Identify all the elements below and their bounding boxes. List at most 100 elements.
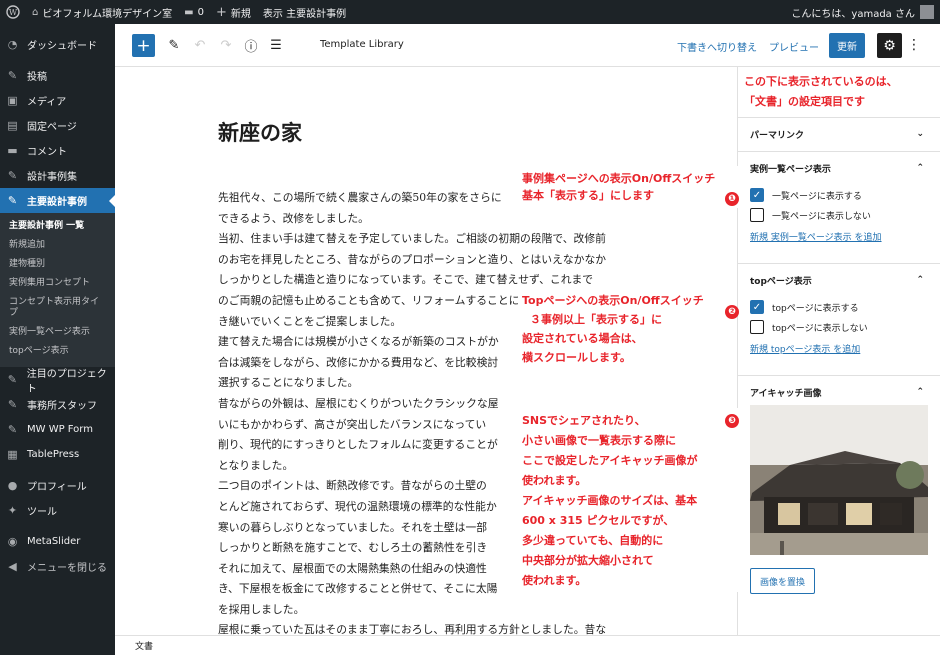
featured-image-thumbnail[interactable] — [750, 405, 928, 555]
info-icon[interactable]: ⓘ — [242, 36, 260, 55]
submenu-item-add-new[interactable]: 新規追加 — [0, 236, 115, 255]
sidebar-item-media[interactable]: ▣ メディア — [0, 88, 115, 113]
panel-title: アイキャッチ画像 — [750, 389, 822, 399]
panel-title: topページ表示 — [750, 277, 812, 287]
checkbox-label: 一覧ページに表示しない — [772, 211, 871, 222]
settings-gear-button[interactable]: ⚙ — [877, 33, 902, 58]
checkbox-checked[interactable]: ✓ — [750, 300, 764, 314]
chevron-up-icon: ⌃ — [916, 163, 924, 173]
list-display-panel: 実例一覧ページ表示 ⌃ ✓ 一覧ページに表示する 一覧ページに表示しない 新規 実例… — [738, 152, 940, 264]
undo-icon[interactable]: ↶ — [191, 36, 209, 54]
sidebar-item-case-studies[interactable]: ✎ 設計事例集 — [0, 163, 115, 188]
sidebar-item-label: 事務所スタッフ — [27, 401, 97, 412]
list-hide-option[interactable]: 一覧ページに表示しない — [738, 205, 940, 225]
wordpress-logo-icon[interactable]: W — [0, 0, 26, 24]
submenu-item-list[interactable]: 主要設計事例 一覧 — [0, 217, 115, 236]
submenu-item-concept-type[interactable]: コンセプト表示用タイプ — [0, 293, 115, 323]
sidebar-item-mw-wp-form[interactable]: ✎ MW WP Form — [0, 417, 115, 442]
media-icon: ▣ — [7, 94, 18, 107]
site-name: ビオフォルム環境デザイン室 — [42, 8, 173, 20]
wrench-icon: ✦ — [7, 504, 18, 517]
submenu-item-building-type[interactable]: 建物種別 — [0, 255, 115, 274]
redo-icon[interactable]: ↷ — [217, 36, 235, 54]
sidebar-item-posts[interactable]: ✎ 投稿 — [0, 63, 115, 88]
preview-button[interactable]: プレビュー — [769, 39, 819, 54]
annotation-line: 「文書」の設定項目です — [744, 95, 865, 108]
sidebar-item-tablepress[interactable]: ▦ TablePress — [0, 442, 115, 467]
list-view-icon[interactable]: ☰ — [267, 36, 285, 54]
admin-bar: W ⌂ ビオフォルム環境デザイン室 ▬ 0 + 新規 表示 主要設計事例 こんに… — [0, 0, 940, 24]
list-show-option[interactable]: ✓ 一覧ページに表示する — [738, 185, 940, 205]
sidebar-item-label: ツール — [27, 507, 57, 518]
chevron-down-icon: ⌄ — [916, 129, 924, 139]
paragraph-line: を採用しました。 — [218, 602, 305, 616]
sidebar-item-main-cases[interactable]: ✎ 主要設計事例 — [0, 188, 115, 213]
add-top-display-link[interactable]: 新規 topページ表示 を追加 — [738, 337, 940, 359]
list-display-panel-header[interactable]: 実例一覧ページ表示 ⌃ — [738, 152, 940, 185]
template-library-button[interactable]: Template Library — [320, 39, 404, 50]
sidebar-item-profile[interactable]: ● プロフィール — [0, 473, 115, 498]
view-post-link[interactable]: 表示 主要設計事例 — [257, 0, 352, 24]
sidebar-item-label: 固定ページ — [27, 122, 77, 133]
sidebar-item-label: 主要設計事例 — [27, 197, 87, 208]
avatar — [920, 5, 934, 19]
comments-count: 0 — [197, 6, 204, 18]
replace-image-button[interactable]: 画像を置換 — [750, 568, 815, 594]
top-display-panel-header[interactable]: topページ表示 ⌃ — [738, 264, 940, 297]
new-content-link[interactable]: + 新規 — [210, 0, 257, 24]
table-icon: ▦ — [7, 448, 18, 461]
sidebar-item-featured-projects[interactable]: ✎ 注目のプロジェクト — [0, 367, 115, 395]
annotation-line: Topページへの表示On/Offスイッチ — [522, 294, 704, 307]
view-label: 表示 主要設計事例 — [262, 8, 347, 20]
update-button[interactable]: 更新 — [829, 33, 865, 58]
checkbox-label: 一覧ページに表示する — [772, 191, 862, 202]
greeting: こんにちは、yamada さん — [791, 8, 915, 20]
sidebar-item-label: コメント — [27, 147, 67, 158]
submenu-item-list-display[interactable]: 実例一覧ページ表示 — [0, 323, 115, 342]
collapse-icon: ◀ — [8, 560, 17, 573]
plus-icon: + — [136, 35, 151, 56]
more-options-icon[interactable]: ⋮ — [907, 36, 921, 54]
sidebar-item-label: TablePress — [27, 449, 80, 460]
pin-icon: ✎ — [7, 69, 18, 82]
sidebar-item-staff[interactable]: ✎ 事務所スタッフ — [0, 392, 115, 417]
dashboard-icon: ◔ — [7, 38, 18, 51]
sidebar-item-label: MW WP Form — [27, 424, 93, 435]
sidebar-item-label: プロフィール — [27, 482, 87, 493]
top-show-option[interactable]: ✓ topページに表示する — [738, 297, 940, 317]
breadcrumb-document[interactable]: 文書 — [135, 639, 153, 652]
switch-to-draft-button[interactable]: 下書きへ切り替え — [677, 39, 757, 54]
annotation-line: 小さい画像で一覧表示する際に — [522, 434, 676, 447]
tools-pen-icon[interactable]: ✎ — [165, 36, 183, 54]
pin-icon: ✎ — [7, 169, 18, 182]
home-icon: ⌂ — [32, 6, 39, 18]
checkbox-label: topページに表示する — [772, 303, 859, 314]
post-title[interactable]: 新座の家 — [218, 117, 302, 147]
top-hide-option[interactable]: topページに表示しない — [738, 317, 940, 337]
sidebar-submenu: 主要設計事例 一覧 新規追加 建物種別 実例集用コンセプト コンセプト表示用タイ… — [0, 213, 115, 367]
pin-icon: ✎ — [7, 423, 18, 436]
checkbox-unchecked[interactable] — [750, 208, 764, 222]
sidebar-item-pages[interactable]: ▤ 固定ページ — [0, 113, 115, 138]
plus-icon: + — [216, 4, 227, 20]
sidebar-item-label: 注目のプロジェクト — [26, 368, 107, 395]
account-link[interactable]: こんにちは、yamada さん — [791, 0, 934, 24]
sidebar-item-comments[interactable]: ▬ コメント — [0, 138, 115, 163]
checkbox-label: topページに表示しない — [772, 323, 868, 334]
submenu-item-concept[interactable]: 実例集用コンセプト — [0, 274, 115, 293]
add-block-button[interactable]: + — [132, 34, 155, 57]
permalink-panel-header[interactable]: パーマリンク ⌄ — [738, 118, 940, 151]
sidebar-item-metaslider[interactable]: ◉ MetaSlider — [0, 529, 115, 554]
checkbox-checked[interactable]: ✓ — [750, 188, 764, 202]
annotation-line: 事例集ページへの表示On/Offスイッチ — [522, 172, 716, 185]
submenu-item-top-display[interactable]: topページ表示 — [0, 342, 115, 361]
sidebar-collapse-menu[interactable]: ◀ メニューを閉じる — [0, 554, 115, 579]
add-list-display-link[interactable]: 新規 実例一覧ページ表示 を追加 — [738, 225, 940, 247]
sidebar-item-tools[interactable]: ✦ ツール — [0, 498, 115, 523]
settings-annotation: この下に表示されているのは、 「文書」の設定項目です — [744, 72, 898, 112]
comments-link[interactable]: ▬ 0 — [178, 0, 210, 24]
checkbox-unchecked[interactable] — [750, 320, 764, 334]
sidebar-item-dashboard[interactable]: ◔ ダッシュボード — [0, 32, 115, 57]
site-name-link[interactable]: ⌂ ビオフォルム環境デザイン室 — [26, 0, 178, 24]
number-badge-2: ❷ — [725, 305, 739, 319]
